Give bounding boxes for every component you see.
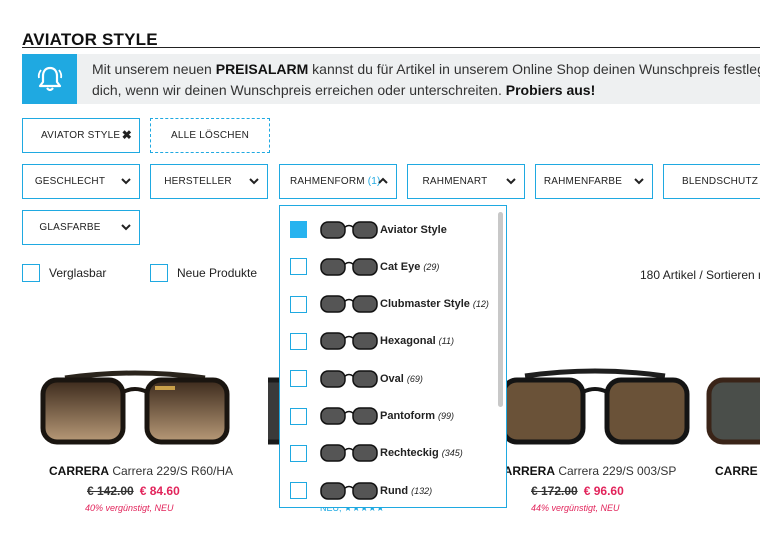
frame-shape-thumbnail — [320, 407, 378, 425]
dropdown-option[interactable]: Oval (69) — [280, 360, 495, 397]
product-image — [500, 368, 690, 445]
dropdown-option-label: Aviator Style — [380, 223, 447, 236]
active-filter-label: AVIATOR STYLE — [41, 130, 121, 141]
dropdown-option-count: (345) — [441, 448, 463, 459]
filter-rahmenart[interactable]: RAHMENART — [407, 164, 525, 199]
close-icon[interactable]: ✖ — [122, 128, 132, 142]
frame-shape-thumbnail — [320, 220, 378, 239]
dropdown-scrollbar[interactable] — [498, 212, 503, 407]
checkbox[interactable] — [150, 264, 168, 282]
active-filter-chip[interactable]: AVIATOR STYLE ✖ — [22, 118, 140, 153]
chevron-down-icon — [506, 178, 516, 185]
dropdown-option[interactable]: Aviator Style — [280, 211, 495, 248]
dropdown-option-label: Rechteckig — [380, 447, 439, 460]
dropdown-option-count: (69) — [406, 373, 423, 384]
chevron-down-icon — [121, 178, 131, 185]
dropdown-option-label: Cat Eye — [380, 260, 421, 273]
dropdown-option[interactable]: Pantoform (99) — [280, 398, 495, 435]
frame-shape-thumbnail — [320, 481, 378, 500]
dropdown-option[interactable]: Rechteckig (345) — [280, 435, 495, 472]
rahmenform-dropdown[interactable]: Aviator Style Cat Eye (29) Clubmaster Style… — [279, 205, 507, 508]
dropdown-option[interactable]: Clubmaster Style (12) — [280, 286, 495, 323]
checkbox[interactable] — [290, 370, 307, 388]
chevron-up-icon — [378, 177, 388, 184]
dropdown-option-count: (12) — [472, 299, 489, 310]
dropdown-option[interactable]: Cat Eye (29) — [280, 248, 495, 285]
filter-hersteller[interactable]: HERSTELLER — [150, 164, 268, 199]
dropdown-option-count: (99) — [438, 411, 455, 421]
dropdown-option-label: Clubmaster Style — [380, 298, 470, 311]
checkbox[interactable] — [22, 264, 40, 282]
frame-shape-thumbnail — [320, 332, 378, 351]
bell-icon — [22, 54, 77, 104]
chevron-down-icon — [634, 178, 644, 185]
checkbox-checked[interactable] — [290, 221, 307, 238]
chevron-down-icon — [121, 224, 131, 231]
frame-shape-thumbnail — [320, 295, 378, 313]
filter-glasfarbe[interactable]: GLASFARBE — [22, 210, 140, 245]
checkbox[interactable] — [290, 258, 307, 276]
chevron-down-icon — [249, 178, 259, 185]
dropdown-option-count: (132) — [411, 485, 433, 496]
checkbox[interactable] — [290, 482, 307, 500]
dropdown-option-label: Oval — [380, 372, 404, 385]
filter-geschlecht[interactable]: GESCHLECHT — [22, 164, 140, 199]
dropdown-option-label: Pantoform — [380, 410, 435, 422]
frame-shape-thumbnail — [320, 258, 378, 276]
result-count-sort[interactable]: 180 Artikel / Sortieren nach — [640, 268, 760, 282]
frame-shape-thumbnail — [320, 369, 378, 388]
product-image — [40, 370, 230, 445]
dropdown-option-count: (29) — [423, 261, 440, 272]
dropdown-option[interactable]: Rund (132) — [280, 472, 495, 507]
dropdown-option-count: (11) — [438, 336, 454, 347]
filter-blendschutz[interactable]: BLENDSCHUTZ — [663, 164, 760, 199]
dropdown-option-label: Rund — [380, 484, 409, 497]
price-alarm-text: Mit unserem neuen PREISALARM kannst du f… — [92, 61, 760, 98]
title-divider — [22, 47, 760, 48]
checkbox[interactable] — [290, 295, 307, 313]
filter-rahmenform[interactable]: RAHMENFORM (1) — [279, 164, 397, 199]
checkbox[interactable] — [290, 407, 307, 425]
dropdown-option-label: Hexagonal — [380, 335, 436, 348]
clear-all-button[interactable]: ALLE LÖSCHEN — [150, 118, 270, 153]
product-image — [706, 377, 760, 445]
dropdown-option[interactable]: Hexagonal (11) — [280, 323, 495, 360]
neue-produkte-checkbox[interactable]: Neue Produkte — [150, 264, 257, 282]
checkbox[interactable] — [290, 332, 307, 350]
filter-rahmenfarbe[interactable]: RAHMENFARBE — [535, 164, 653, 199]
verglasbar-checkbox[interactable]: Verglasbar — [22, 264, 106, 282]
checkbox[interactable] — [290, 444, 307, 462]
price-alarm-banner: Mit unserem neuen PREISALARM kannst du f… — [22, 54, 760, 104]
try-it-link[interactable]: Probiers aus! — [506, 82, 595, 98]
frame-shape-thumbnail — [320, 444, 378, 463]
